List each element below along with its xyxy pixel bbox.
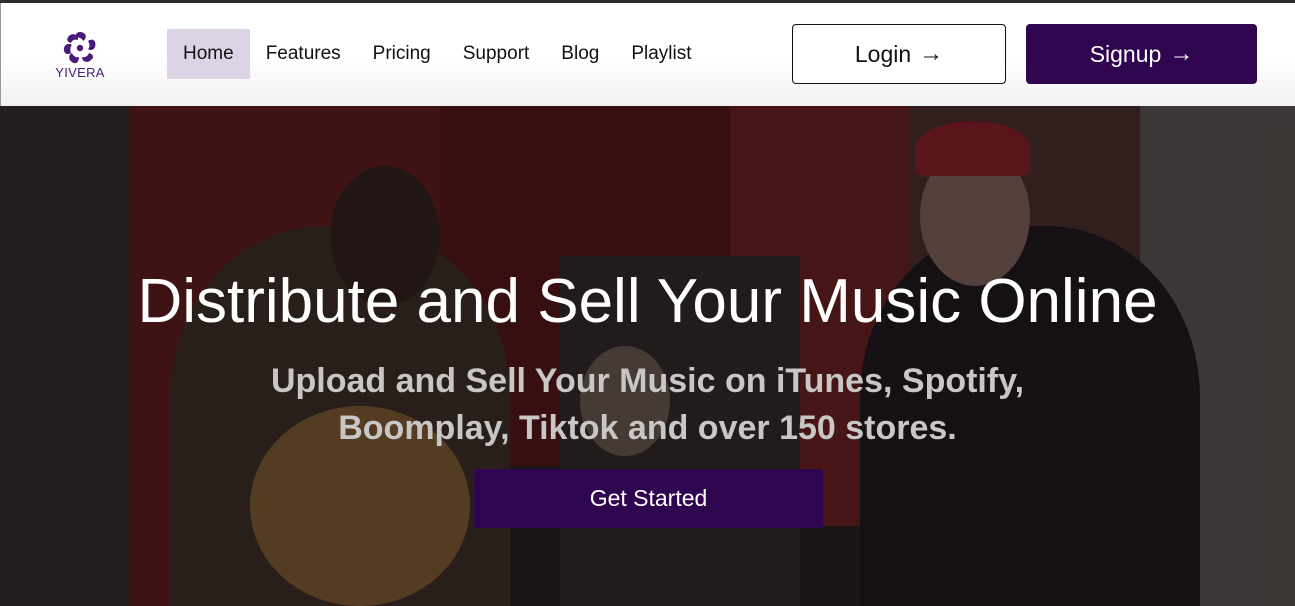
brand-logo[interactable]: YIVERA xyxy=(51,30,109,84)
hero-subtitle-line-2: Boomplay, Tiktok and over 150 stores. xyxy=(338,409,957,447)
main-nav: Home Features Pricing Support Blog Playl… xyxy=(167,29,708,79)
signup-button[interactable]: Signup → xyxy=(1026,24,1257,84)
top-border xyxy=(0,0,1295,3)
nav-item-blog[interactable]: Blog xyxy=(545,29,615,79)
hero-section: Distribute and Sell Your Music Online Up… xyxy=(0,106,1295,606)
hero-subtitle: Upload and Sell Your Music on iTunes, Sp… xyxy=(200,358,1095,452)
brand-name: YIVERA xyxy=(55,65,105,80)
arrow-right-icon: → xyxy=(919,40,944,67)
login-button[interactable]: Login → xyxy=(792,24,1006,84)
nav-item-support[interactable]: Support xyxy=(447,29,546,79)
nav-item-playlist[interactable]: Playlist xyxy=(615,29,707,79)
login-label: Login xyxy=(854,40,912,67)
site-header: YIVERA Home Features Pricing Support Blo… xyxy=(0,3,1295,106)
signup-label: Signup xyxy=(1089,40,1162,67)
hero-subtitle-line-1: Upload and Sell Your Music on iTunes, Sp… xyxy=(270,362,1025,400)
get-started-button[interactable]: Get Started xyxy=(474,469,823,528)
landing-page: YIVERA Home Features Pricing Support Blo… xyxy=(0,0,1295,606)
hero-title: Distribute and Sell Your Music Online xyxy=(137,267,1158,336)
nav-item-home[interactable]: Home xyxy=(167,29,250,79)
nav-item-features[interactable]: Features xyxy=(250,29,357,79)
arrow-right-icon: → xyxy=(1169,40,1194,67)
nav-item-pricing[interactable]: Pricing xyxy=(357,29,447,79)
swirl-flower-icon xyxy=(63,32,96,64)
